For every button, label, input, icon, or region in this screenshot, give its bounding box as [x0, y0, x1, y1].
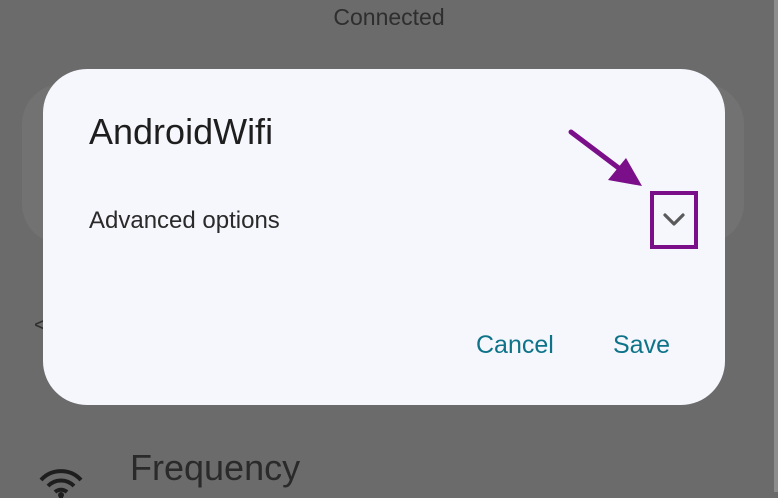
chevron-down-icon — [663, 213, 685, 226]
wifi-icon — [39, 469, 83, 498]
save-button[interactable]: Save — [613, 331, 670, 360]
dialog-title: AndroidWifi — [89, 111, 274, 152]
advanced-options-label[interactable]: Advanced options — [89, 207, 280, 235]
frequency-row: Frequency — [0, 440, 778, 498]
wifi-dialog: AndroidWifi Advanced options Cancel Save — [43, 69, 725, 405]
advanced-options-expand-button[interactable] — [650, 191, 698, 249]
connection-status-text: Connected — [333, 4, 445, 30]
cancel-button[interactable]: Cancel — [476, 331, 554, 360]
frequency-label: Frequency — [130, 447, 301, 488]
right-edge — [774, 0, 778, 492]
arrow-icon — [568, 129, 642, 186]
